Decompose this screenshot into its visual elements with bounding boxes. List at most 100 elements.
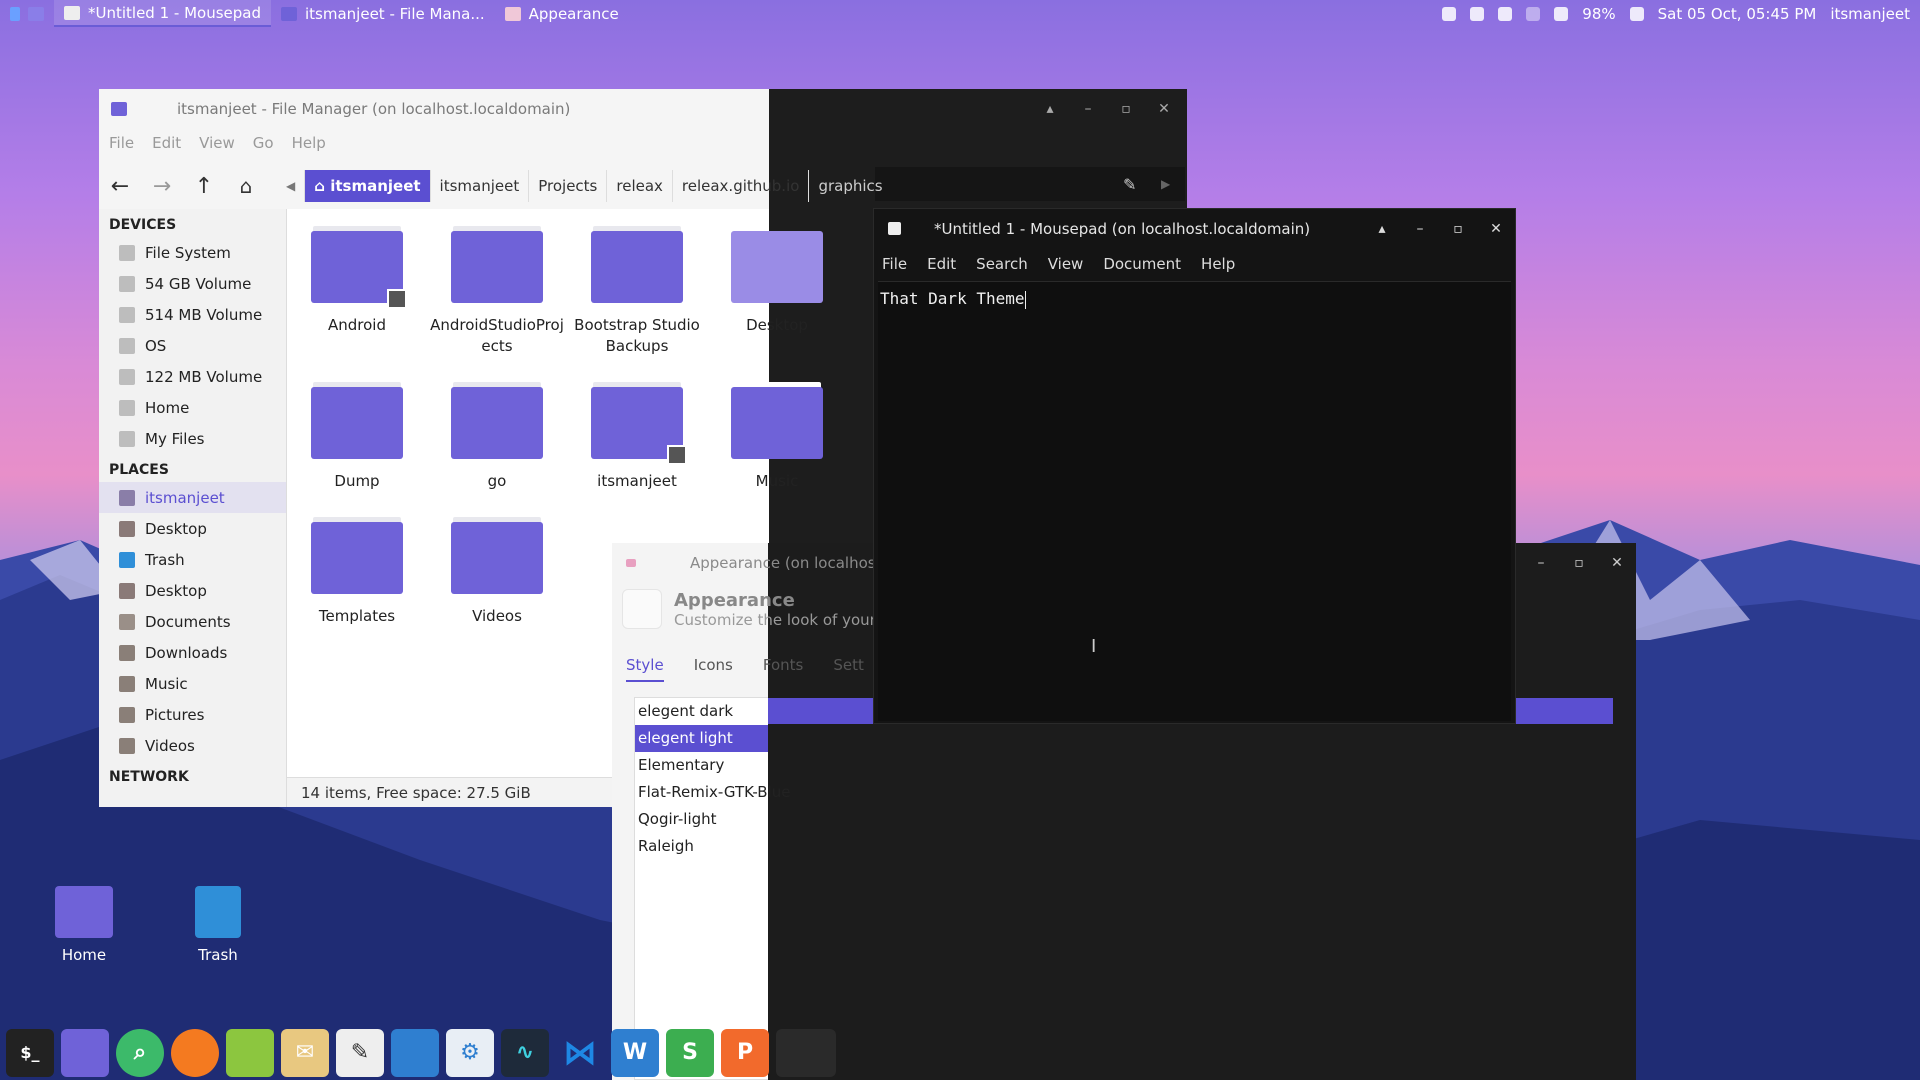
breadcrumb-item[interactable]: graphics: [809, 170, 891, 202]
minimize-button[interactable]: –: [1069, 101, 1107, 117]
breadcrumb-scroll-left-icon[interactable]: ◀: [277, 170, 306, 202]
image-viewer-icon[interactable]: [226, 1028, 274, 1077]
search-icon[interactable]: ⌕: [116, 1028, 164, 1077]
mail-icon[interactable]: ✉: [281, 1028, 329, 1077]
menu-view[interactable]: View: [1048, 255, 1084, 273]
maximize-button[interactable]: ▫: [1560, 555, 1598, 571]
sidebar-item-514mb-volume[interactable]: 514 MB Volume: [99, 299, 286, 330]
desktop-icon-home[interactable]: Home: [34, 886, 134, 964]
breadcrumb-item[interactable]: Projects: [529, 170, 608, 202]
sidebar-item-videos[interactable]: Videos: [99, 730, 286, 761]
sidebar-item-pictures[interactable]: Pictures: [99, 699, 286, 730]
shade-button[interactable]: ▴: [1363, 221, 1401, 237]
theme-item[interactable]: Raleigh: [635, 833, 768, 860]
file-item-music[interactable]: Music: [707, 382, 847, 492]
task-appearance[interactable]: Appearance: [495, 0, 629, 27]
menu-document[interactable]: Document: [1103, 255, 1181, 273]
minimize-button[interactable]: –: [1401, 221, 1439, 237]
sidebar-item-desktop-2[interactable]: Desktop: [99, 575, 286, 606]
text-editor[interactable]: That Dark Theme I: [878, 281, 1511, 721]
tab-icons[interactable]: Icons: [694, 656, 733, 682]
terminal-icon[interactable]: $_: [6, 1028, 54, 1077]
file-item-dump[interactable]: Dump: [287, 382, 427, 492]
tab-fonts[interactable]: Fonts: [763, 656, 803, 682]
user-menu[interactable]: itsmanjeet: [1830, 5, 1910, 23]
file-item-bootstrap-studio-backups[interactable]: Bootstrap Studio Backups: [567, 226, 707, 357]
menu-view[interactable]: View: [199, 134, 235, 152]
task-file-manager[interactable]: itsmanjeet - File Mana...: [271, 0, 495, 27]
menu-file[interactable]: File: [882, 255, 907, 273]
sidebar-item-trash[interactable]: Trash: [99, 544, 286, 575]
close-button[interactable]: ✕: [1598, 555, 1636, 571]
editor-content[interactable]: That Dark Theme: [878, 282, 1511, 316]
scroll-right-icon[interactable]: ▶: [1161, 177, 1170, 191]
file-item-go[interactable]: go: [427, 382, 567, 492]
task-mousepad[interactable]: *Untitled 1 - Mousepad: [54, 0, 271, 27]
menu-search[interactable]: Search: [976, 255, 1028, 273]
shade-button[interactable]: ▴: [1031, 101, 1069, 117]
workspace-switcher-icon[interactable]: [776, 1028, 836, 1077]
fm-titlebar[interactable]: itsmanjeet - File Manager (on localhost.…: [99, 89, 1187, 129]
desktop-icon-trash[interactable]: Trash: [168, 886, 268, 964]
battery-icon[interactable]: [1554, 6, 1569, 21]
breadcrumb-item[interactable]: releax.github.io: [673, 170, 810, 202]
writer-icon[interactable]: W: [611, 1028, 659, 1077]
theme-item[interactable]: Qogir-light: [635, 806, 768, 833]
close-button[interactable]: ✕: [1477, 221, 1515, 237]
theme-item[interactable]: elegent dark: [635, 698, 768, 725]
volume-icon[interactable]: [1629, 6, 1644, 21]
sidebar-item-my-files[interactable]: My Files: [99, 423, 286, 454]
sidebar-item-itsmanjeet[interactable]: itsmanjeet: [99, 482, 286, 513]
close-button[interactable]: ✕: [1145, 101, 1183, 117]
firefox-icon[interactable]: [171, 1028, 219, 1077]
vscode-icon[interactable]: ⋈: [556, 1029, 604, 1077]
notification-icon[interactable]: [1498, 6, 1513, 21]
back-icon[interactable]: ←: [99, 174, 141, 199]
settings-icon[interactable]: ⚙: [446, 1028, 494, 1077]
sidebar-item-file-system[interactable]: File System: [99, 237, 286, 268]
menu-go[interactable]: Go: [253, 134, 274, 152]
minimize-button[interactable]: –: [1522, 555, 1560, 571]
file-item-videos[interactable]: Videos: [427, 517, 567, 627]
menu-edit[interactable]: Edit: [152, 134, 181, 152]
up-icon[interactable]: ↑: [183, 174, 225, 199]
file-item-templates[interactable]: Templates: [287, 517, 427, 627]
mp-titlebar[interactable]: *Untitled 1 - Mousepad (on localhost.loc…: [874, 209, 1515, 249]
sidebar-item-home-device[interactable]: Home: [99, 392, 286, 423]
text-editor-icon[interactable]: ✎: [336, 1028, 384, 1077]
theme-item-selected[interactable]: elegent light: [635, 725, 768, 752]
sidebar-item-downloads[interactable]: Downloads: [99, 637, 286, 668]
file-item-desktop[interactable]: Desktop: [707, 231, 847, 336]
theme-item[interactable]: Elementary: [635, 752, 768, 779]
breadcrumb-item[interactable]: itsmanjeet: [431, 170, 530, 202]
file-item-androidstudioprojects[interactable]: AndroidStudioProj ects: [427, 226, 567, 357]
clock[interactable]: Sat 05 Oct, 05:45 PM: [1658, 5, 1817, 23]
menu-edit[interactable]: Edit: [927, 255, 956, 273]
presentation-icon[interactable]: P: [721, 1028, 769, 1077]
tab-style[interactable]: Style: [626, 656, 664, 682]
maximize-button[interactable]: ▫: [1107, 101, 1145, 117]
maximize-button[interactable]: ▫: [1439, 221, 1477, 237]
sidebar-item-music[interactable]: Music: [99, 668, 286, 699]
sidebar-item-desktop[interactable]: Desktop: [99, 513, 286, 544]
edit-path-icon[interactable]: ✎: [1123, 175, 1136, 194]
app-menu-button[interactable]: [0, 0, 54, 27]
breadcrumb-item[interactable]: ⌂ itsmanjeet: [305, 170, 431, 202]
system-monitor-icon[interactable]: ∿: [501, 1028, 549, 1077]
file-item-itsmanjeet[interactable]: itsmanjeet: [567, 382, 707, 492]
display-icon[interactable]: [1442, 6, 1457, 21]
sidebar-item-122mb-volume[interactable]: 122 MB Volume: [99, 361, 286, 392]
home-icon[interactable]: ⌂: [225, 174, 267, 198]
file-item-android[interactable]: Android: [287, 226, 427, 336]
menu-file[interactable]: File: [109, 134, 134, 152]
photo-icon[interactable]: [391, 1028, 439, 1077]
forward-icon[interactable]: →: [141, 174, 183, 199]
sidebar-item-documents[interactable]: Documents: [99, 606, 286, 637]
spreadsheet-icon[interactable]: S: [666, 1028, 714, 1077]
wifi-icon[interactable]: [1526, 6, 1541, 21]
breadcrumb-item[interactable]: releax: [607, 170, 673, 202]
clipboard-icon[interactable]: [1470, 6, 1485, 21]
theme-item[interactable]: Flat-Remix-GTK-Blue: [635, 779, 790, 806]
menu-help[interactable]: Help: [1201, 255, 1235, 273]
menu-help[interactable]: Help: [292, 134, 326, 152]
